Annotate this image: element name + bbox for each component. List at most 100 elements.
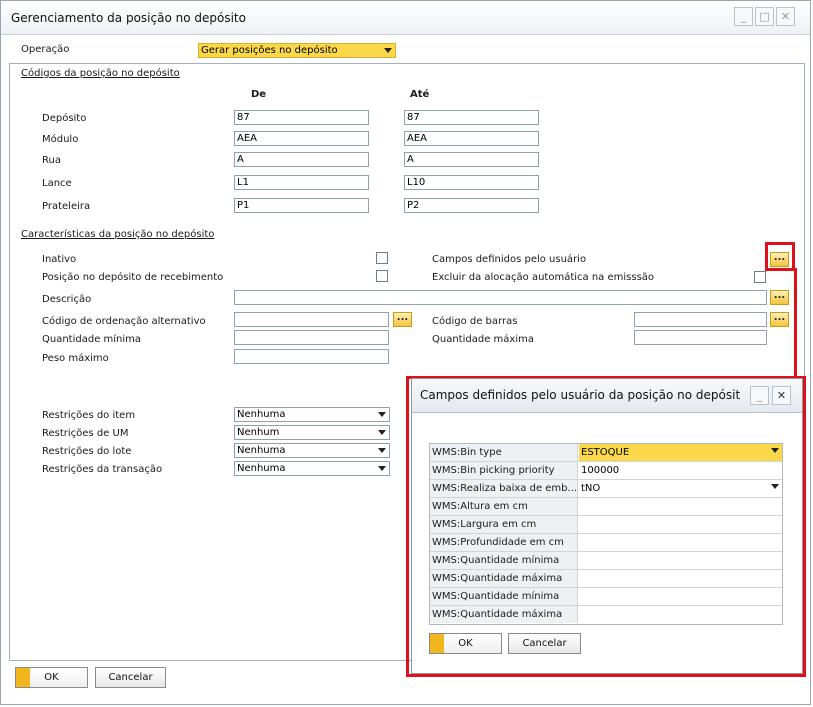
prateleira-from-input[interactable]: P1 — [234, 198, 369, 213]
restriction-transacao-value: Nenhuma — [237, 463, 286, 474]
udf-value-input[interactable] — [579, 552, 782, 569]
row-label-rua: Rua — [42, 155, 61, 166]
restriction-item-select[interactable]: Nenhuma — [234, 407, 390, 422]
description-dots-button[interactable]: ... — [770, 290, 789, 305]
to-header: Até — [410, 89, 430, 100]
popup-close-button[interactable]: ✕ — [772, 386, 791, 405]
restriction-label-transacao: Restrições da transação — [42, 464, 163, 475]
lance-from-input[interactable]: L1 — [234, 175, 369, 190]
alt-sort-code-dots-button[interactable]: ... — [393, 312, 412, 327]
description-label: Descrição — [42, 294, 92, 305]
popup-highlight-bottom — [406, 674, 806, 677]
chevron-down-icon — [378, 430, 386, 435]
description-input[interactable] — [234, 290, 767, 305]
udf-row: WMS:Realiza baixa de emb... tNO — [430, 480, 782, 498]
max-weight-label: Peso máximo — [42, 353, 109, 364]
restriction-label-um: Restrições de UM — [42, 428, 129, 439]
inactive-checkbox[interactable] — [376, 252, 388, 264]
chevron-down-icon — [771, 484, 779, 489]
chevron-down-icon — [771, 448, 779, 453]
ok-button[interactable]: OK — [15, 667, 88, 688]
close-button[interactable]: ✕ — [776, 7, 795, 26]
codes-section-title: Códigos da posição no depósito — [21, 68, 180, 79]
udf-key: WMS:Bin picking priority — [430, 462, 578, 479]
receiving-bin-label: Posição no depósito de recebimento — [42, 272, 224, 283]
minimize-button[interactable]: _ — [734, 7, 753, 26]
deposito-from-input[interactable]: 87 — [234, 110, 369, 125]
restriction-lote-select[interactable]: Nenhuma — [234, 443, 390, 458]
udf-value-input[interactable] — [579, 516, 782, 533]
popup-minimize-button[interactable]: _ — [750, 386, 769, 405]
max-qty-label: Quantidade máxima — [432, 334, 534, 345]
from-header: De — [251, 89, 267, 100]
udf-key: WMS:Realiza baixa de emb... — [430, 480, 578, 497]
udf-label: Campos definidos pelo usuário — [432, 254, 587, 265]
udf-value-input[interactable] — [579, 588, 782, 605]
exclude-auto-label: Excluir da alocação automática na emisss… — [432, 272, 655, 283]
popup-cancel-button[interactable]: Cancelar — [508, 633, 581, 654]
max-weight-input[interactable] — [234, 349, 389, 364]
udf-row: WMS:Quantidade mínima — [430, 552, 782, 570]
udf-value-input[interactable]: 100000 — [579, 462, 782, 479]
restriction-item-value: Nenhuma — [237, 409, 286, 420]
udf-key: WMS:Quantidade máxima — [430, 570, 578, 587]
chevron-down-icon — [378, 412, 386, 417]
restriction-lote-value: Nenhuma — [237, 445, 286, 456]
udf-grid: WMS:Bin type ESTOQUE WMS:Bin picking pri… — [429, 443, 783, 625]
min-qty-input[interactable] — [234, 330, 389, 345]
barcode-input[interactable] — [634, 312, 767, 327]
row-label-lance: Lance — [42, 178, 72, 189]
udf-key: WMS:Quantidade máxima — [430, 606, 578, 623]
alt-sort-code-label: Código de ordenação alternativo — [42, 316, 206, 327]
exclude-auto-checkbox[interactable] — [754, 271, 766, 283]
ok-accent-bar — [430, 634, 444, 653]
udf-popup-window: Campos definidos pelo usuário da posição… — [411, 378, 803, 674]
deposito-to-input[interactable]: 87 — [404, 110, 539, 125]
udf-key: WMS:Altura em cm — [430, 498, 578, 515]
prateleira-to-input[interactable]: P2 — [404, 198, 539, 213]
maximize-button[interactable]: □ — [755, 7, 774, 26]
udf-row: WMS:Quantidade máxima — [430, 570, 782, 588]
receiving-bin-checkbox[interactable] — [376, 270, 388, 282]
lance-to-input[interactable]: L10 — [404, 175, 539, 190]
barcode-label: Código de barras — [432, 316, 518, 327]
chevron-down-icon — [384, 48, 392, 53]
min-qty-label: Quantidade mínima — [42, 334, 142, 345]
cancel-button[interactable]: Cancelar — [95, 667, 166, 688]
characteristics-section-title: Características da posição no depósito — [21, 229, 215, 240]
udf-key: WMS:Quantidade mínima — [430, 588, 578, 605]
restriction-transacao-select[interactable]: Nenhuma — [234, 461, 390, 476]
row-label-prateleira: Prateleira — [42, 201, 91, 212]
udf-row: WMS:Bin type ESTOQUE — [430, 444, 782, 462]
rua-to-input[interactable]: A — [404, 152, 539, 167]
inactive-label: Inativo — [42, 254, 77, 265]
udf-row: WMS:Profundidade em cm — [430, 534, 782, 552]
row-label-modulo: Módulo — [42, 134, 79, 145]
popup-ok-button[interactable]: OK — [429, 633, 502, 654]
popup-highlight-right — [803, 376, 806, 677]
modulo-to-input[interactable]: AEA — [404, 131, 539, 146]
udf-value-select[interactable]: ESTOQUE — [579, 444, 782, 461]
udf-value-select[interactable]: tNO — [579, 480, 782, 497]
popup-ok-label: OK — [458, 638, 473, 649]
operation-label: Operação — [21, 44, 70, 55]
rua-from-input[interactable]: A — [234, 152, 369, 167]
udf-value: tNO — [581, 483, 601, 494]
restriction-um-select[interactable]: Nenhum — [234, 425, 390, 440]
udf-value-input[interactable] — [579, 606, 782, 623]
popup-title-bar: Campos definidos pelo usuário da posição… — [412, 379, 802, 413]
title-bar: Gerenciamento da posição no depósito _ □… — [1, 1, 810, 35]
max-qty-input[interactable] — [634, 330, 767, 345]
udf-row: WMS:Bin picking priority 100000 — [430, 462, 782, 480]
popup-highlight-left — [406, 376, 409, 677]
barcode-dots-button[interactable]: ... — [770, 312, 789, 327]
udf-value-input[interactable] — [579, 498, 782, 515]
alt-sort-code-input[interactable] — [234, 312, 389, 327]
restriction-um-value: Nenhum — [237, 427, 280, 438]
restriction-label-lote: Restrições do lote — [42, 446, 132, 457]
udf-value-input[interactable] — [579, 570, 782, 587]
udf-row: WMS:Altura em cm — [430, 498, 782, 516]
modulo-from-input[interactable]: AEA — [234, 131, 369, 146]
udf-value-input[interactable] — [579, 534, 782, 551]
operation-select[interactable]: Gerar posições no depósito — [198, 43, 396, 58]
